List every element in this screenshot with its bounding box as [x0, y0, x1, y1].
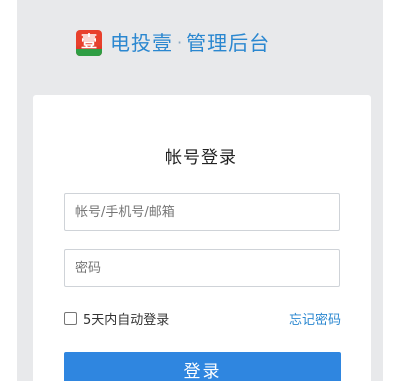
brand-name: 电投壹 [110, 31, 173, 55]
brand-subtitle: 管理后台 [186, 31, 271, 55]
brand-logo-icon: 壹 [76, 30, 102, 56]
login-page: 壹 电投壹 · 管理后台 帐号登录 5天内自动登录 忘记密码 登录 [0, 0, 402, 381]
login-title: 帐号登录 [165, 148, 237, 168]
remember-label: 5天内自动登录 [83, 313, 170, 328]
brand-separator: · [177, 33, 183, 52]
remember-checkbox[interactable] [64, 312, 77, 325]
login-card [33, 95, 371, 381]
brand-header: 壹 电投壹 · 管理后台 [76, 29, 270, 57]
remember-me[interactable]: 5天内自动登录 [64, 309, 169, 328]
account-input[interactable] [64, 193, 340, 231]
login-button[interactable]: 登录 [64, 352, 341, 381]
logo-glyph: 壹 [80, 32, 97, 51]
forgot-password-link[interactable]: 忘记密码 [289, 309, 341, 328]
password-input[interactable] [64, 249, 340, 287]
